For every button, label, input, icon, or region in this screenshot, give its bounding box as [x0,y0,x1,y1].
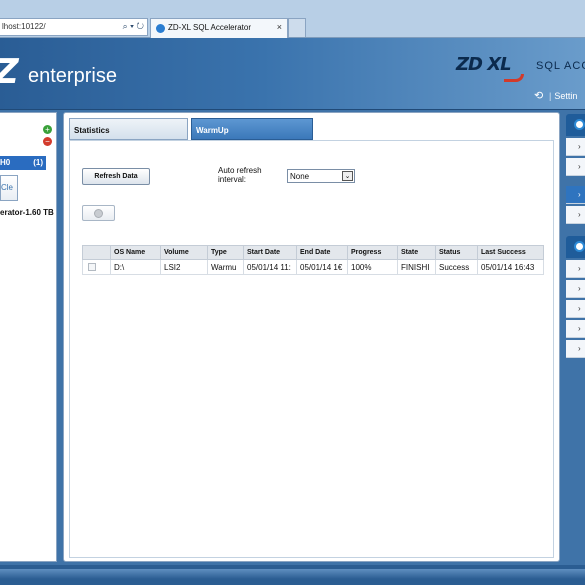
clear-button[interactable]: Cle [0,175,18,201]
right-panel-header-1 [566,114,585,136]
settings-separator: | [549,91,552,101]
globe-icon [574,241,585,252]
right-panel-header-2 [566,236,585,258]
chevron-down-icon[interactable]: ⌄ [342,171,353,181]
right-panel-item[interactable]: › [566,320,585,338]
globe-icon [574,119,585,130]
footer-gradient [0,569,585,579]
app-header: Z enterprise ZD XL SQL ACC ⟲|Settin [0,38,585,110]
table-cell: LSI2 [160,259,208,275]
table-header-row: OS Name Volume Type Start Date End Date … [82,245,544,260]
group-name: H0 [0,158,11,167]
table-cell: Success [435,259,478,275]
row-select-cell[interactable] [82,259,111,275]
device-label[interactable]: erator-1.60 TB [0,208,54,217]
right-panel-item[interactable]: › [566,138,585,156]
table-cell: 100% [347,259,398,275]
browser-chrome: lhost:10122/ ⌕ ▾ ↻ ZD-XL SQL Accelerator… [0,0,585,38]
column-header[interactable]: State [397,245,436,260]
right-panel-item[interactable]: › [566,206,585,224]
group-item[interactable]: H0 (1) [0,156,46,170]
auto-refresh-label: Auto refresh interval: [218,166,262,184]
tab-statistics[interactable]: Statistics [69,118,188,140]
table-cell: Warmu [207,259,244,275]
column-header[interactable]: OS Name [110,245,161,260]
table-cell: FINISHI [397,259,436,275]
warmup-content: Refresh Data Auto refresh interval: None… [69,140,554,558]
table-cell: 05/01/14 16:43 [477,259,544,275]
logo-main: ZD XL [456,54,512,75]
remove-icon[interactable]: − [43,137,52,146]
column-header[interactable] [82,245,111,260]
address-text[interactable]: lhost:10122/ [2,22,46,31]
left-panel-content: + − H0 (1) Cle erator-1.60 TB [0,117,56,262]
address-search-refresh-icons[interactable]: ⌕ ▾ ↻ [123,21,144,32]
brand-mark: Z [0,52,19,92]
column-header[interactable]: Progress [347,245,398,260]
close-tab-icon[interactable]: × [277,22,282,32]
ie-favicon-icon [156,24,165,33]
left-panel: + − H0 (1) Cle erator-1.60 TB [0,112,57,562]
refresh-interval-select[interactable]: None ⌄ [287,169,355,183]
column-header[interactable]: Last Success [477,245,544,260]
table-row[interactable]: D:\ LSI2 Warmu 05/01/14 11: 05/01/14 1€ … [82,259,544,275]
browser-tab[interactable]: ZD-XL SQL Accelerator × [150,18,288,38]
group-count: (1) [33,158,43,167]
zdxl-logo: ZD XL SQL ACC [456,52,585,92]
footer-bar [0,565,585,585]
right-panel: › › › › › › › › › [566,114,585,560]
row-checkbox[interactable] [88,263,96,271]
refresh-interval-value: None [290,172,310,181]
refresh-icon[interactable]: ⟲ [534,89,546,102]
logo-sub: SQL ACC [536,60,585,72]
disc-icon [94,209,103,218]
add-icon[interactable]: + [43,125,52,134]
table-cell: 05/01/14 11: [243,259,297,275]
right-panel-item[interactable]: › [566,158,585,176]
main-panel: Statistics WarmUp Refresh Data Auto refr… [63,112,560,562]
tab-warmup[interactable]: WarmUp [191,118,313,140]
column-header[interactable]: Volume [160,245,208,260]
right-panel-item[interactable]: › [566,260,585,278]
settings-link[interactable]: ⟲ | Settin [534,89,577,102]
right-panel-item[interactable]: › [566,280,585,298]
browser-tab-title[interactable]: ZD-XL SQL Accelerator [168,23,251,32]
right-panel-item-selected[interactable]: › [566,186,585,204]
brand-text: enterprise [28,65,117,87]
table-cell: D:\ [110,259,161,275]
logo-arrow-icon [504,74,524,82]
right-panel-item[interactable]: › [566,340,585,358]
right-panel-item[interactable]: › [566,300,585,318]
column-header[interactable]: End Date [296,245,348,260]
warmup-table: OS Name Volume Type Start Date End Date … [82,245,544,275]
refresh-data-button[interactable]: Refresh Data [82,168,150,185]
address-bar[interactable]: lhost:10122/ ⌕ ▾ ↻ [0,18,148,36]
new-tab-button[interactable] [288,18,306,37]
column-header[interactable]: Status [435,245,478,260]
settings-label[interactable]: Settin [554,91,577,101]
table-cell: 05/01/14 1€ [296,259,348,275]
column-header[interactable]: Start Date [243,245,297,260]
disabled-action-button[interactable] [82,205,115,221]
column-header[interactable]: Type [207,245,244,260]
